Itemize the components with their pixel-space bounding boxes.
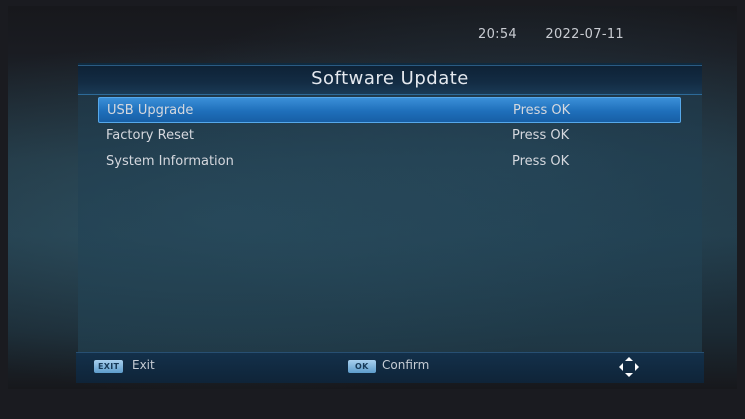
menu-item-label: USB Upgrade — [107, 103, 194, 118]
menu-item-label: System Information — [106, 154, 234, 169]
tv-screen: 20:54 2022-07-11 Software Update USB Upg… — [8, 6, 737, 389]
exit-label: Exit — [132, 358, 155, 372]
menu-item-usb-upgrade[interactable]: USB Upgrade Press OK — [98, 97, 681, 123]
exit-key-icon[interactable]: EXIT — [94, 360, 124, 373]
footer-bar: EXIT Exit OK Confirm — [76, 352, 704, 383]
confirm-label: Confirm — [382, 358, 430, 372]
status-bar: 20:54 2022-07-11 — [478, 27, 624, 42]
menu-item-label: Factory Reset — [106, 128, 194, 143]
software-update-window: Software Update USB Upgrade Press OK Fac… — [78, 63, 702, 355]
directional-pad-icon — [619, 357, 639, 377]
menu-list: USB Upgrade Press OK Factory Reset Press… — [78, 97, 702, 175]
menu-item-action: Press OK — [512, 154, 570, 169]
title-bar: Software Update — [78, 65, 702, 95]
menu-item-action: Press OK — [512, 128, 570, 143]
menu-item-system-information[interactable]: System Information Press OK — [98, 149, 679, 175]
clock-date: 2022-07-11 — [545, 27, 624, 42]
menu-item-factory-reset[interactable]: Factory Reset Press OK — [98, 123, 679, 149]
window-title: Software Update — [311, 68, 469, 89]
menu-item-action: Press OK — [513, 103, 571, 118]
ok-key-icon[interactable]: OK — [348, 360, 376, 373]
clock-time: 20:54 — [478, 27, 517, 42]
